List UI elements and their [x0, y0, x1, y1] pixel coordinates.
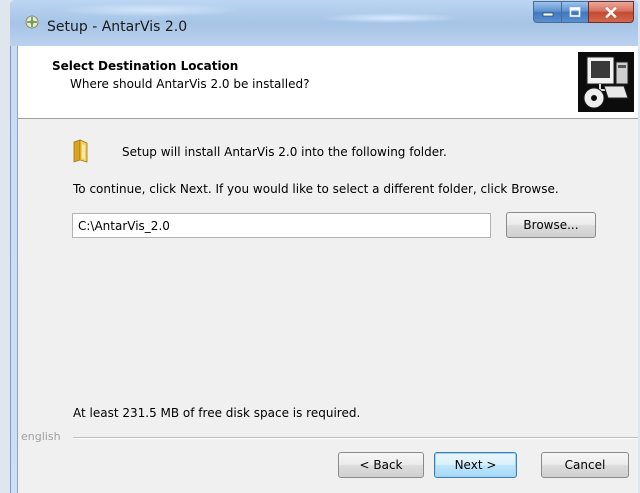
cancel-button[interactable]: Cancel: [541, 452, 629, 478]
maximize-icon: [569, 7, 581, 17]
disk-space-requirement: At least 231.5 MB of free disk space is …: [73, 406, 361, 420]
page-subtitle: Where should AntarVis 2.0 be installed?: [70, 77, 310, 91]
installer-icon: [25, 15, 39, 29]
instruction-text: To continue, click Next. If you would li…: [73, 182, 559, 196]
destination-path-input[interactable]: [72, 213, 491, 238]
wizard-client-area: Select Destination Location Where should…: [17, 46, 638, 493]
wizard-header: Select Destination Location Where should…: [18, 46, 638, 119]
page-title: Select Destination Location: [52, 59, 239, 73]
browse-button[interactable]: Browse...: [506, 212, 596, 238]
maximize-button[interactable]: [561, 1, 588, 23]
minimize-button[interactable]: [533, 1, 561, 23]
window-title: Setup - AntarVis 2.0: [47, 19, 188, 35]
next-button[interactable]: Next >: [434, 452, 517, 478]
footer-divider: [73, 437, 638, 439]
minimize-icon: [542, 12, 553, 17]
install-folder-text: Setup will install AntarVis 2.0 into the…: [122, 145, 447, 159]
language-label: english: [21, 430, 61, 443]
close-icon: [605, 6, 617, 18]
back-button[interactable]: < Back: [338, 452, 424, 478]
close-button[interactable]: [588, 1, 634, 23]
computer-disk-icon: [574, 46, 638, 116]
folder-icon: [73, 139, 88, 163]
title-bar[interactable]: Setup - AntarVis 2.0: [10, 0, 638, 46]
window-controls: [533, 1, 634, 25]
